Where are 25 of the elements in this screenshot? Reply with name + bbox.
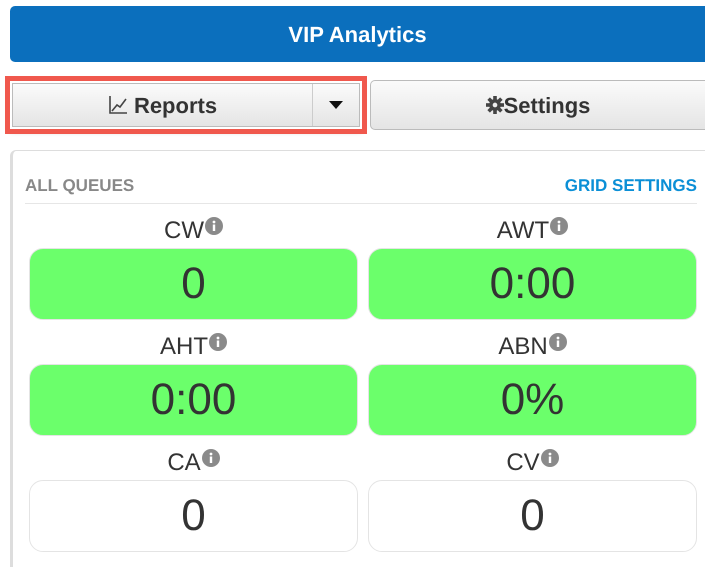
settings-button[interactable]: Settings	[370, 80, 705, 130]
line-chart-icon	[108, 95, 128, 115]
info-icon[interactable]	[550, 216, 568, 234]
gear-icon	[486, 96, 504, 114]
metric-value: 0	[29, 480, 358, 552]
info-icon[interactable]	[540, 448, 559, 466]
metric-value: 0:00	[29, 364, 358, 436]
metric-value: 0	[29, 248, 358, 320]
info-icon[interactable]	[209, 332, 227, 350]
caret-icon	[329, 101, 343, 109]
panel-title: ALL QUEUES	[25, 175, 134, 197]
info-icon[interactable]	[204, 216, 223, 234]
metric-label: AHT	[160, 332, 208, 362]
metric-label: CV	[506, 448, 540, 478]
info-icon[interactable]	[548, 332, 567, 350]
app-header-title: VIP Analytics	[10, 6, 705, 62]
metric-label: CA	[167, 448, 201, 478]
metric-label: ABN	[498, 332, 548, 362]
metric-value: 0	[368, 480, 697, 552]
metric-value: 0:00	[368, 248, 697, 320]
metric-value: 0%	[368, 364, 697, 436]
metric-label: CW	[164, 216, 204, 246]
metric-label: AWT	[496, 216, 550, 246]
info-icon[interactable]	[202, 448, 220, 466]
grid-settings-link[interactable]: GRID SETTINGS	[564, 173, 697, 198]
